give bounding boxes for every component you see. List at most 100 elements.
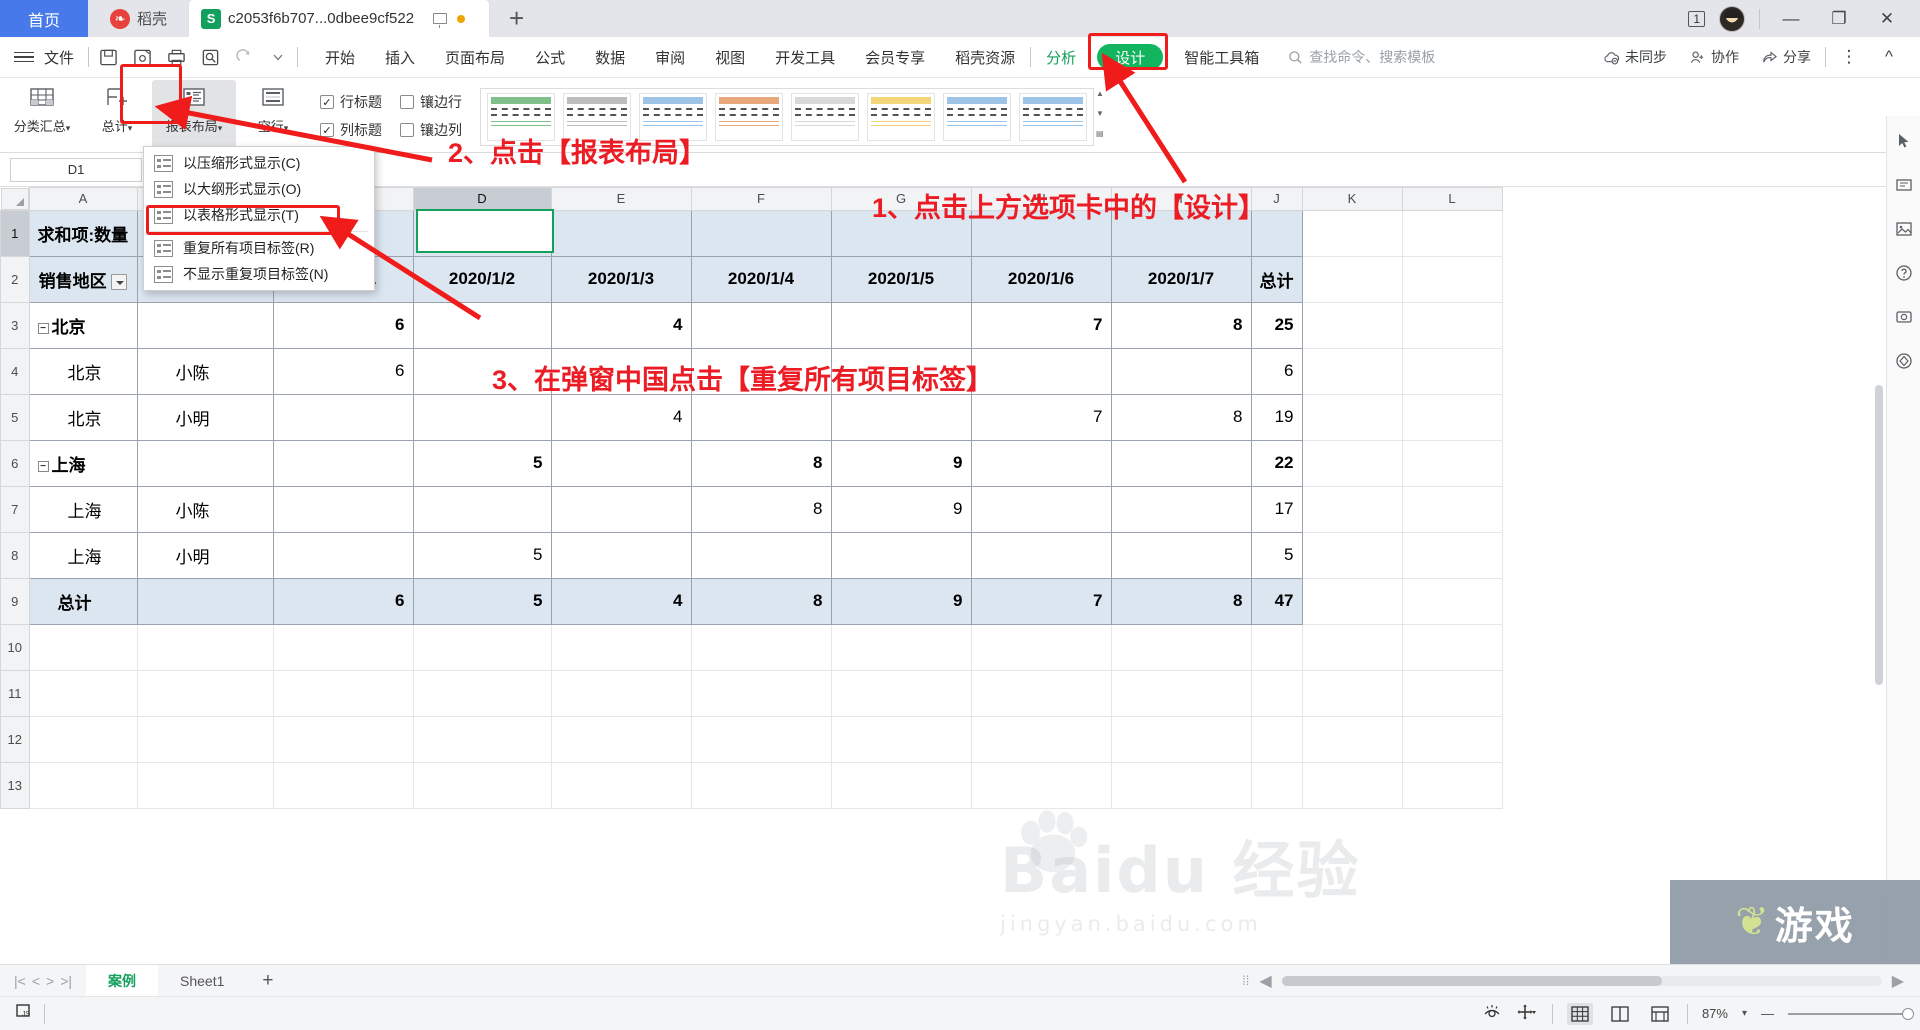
cell-i6[interactable] [1110,439,1252,487]
row-header-2[interactable]: 2 [0,255,30,303]
cell-i2[interactable]: 2020/1/7 [1110,255,1252,303]
cell-a1[interactable]: 求和项:数量 [28,209,138,257]
tab-page-layout[interactable]: 页面布局 [430,37,520,78]
cell-l9[interactable] [1401,577,1503,625]
cell-f7[interactable]: 8 [690,485,832,533]
pivot-style-option[interactable] [715,93,783,141]
cell-l13[interactable] [1401,761,1503,809]
sheet-tab-anli[interactable]: 案例 [86,964,158,997]
cell-i11[interactable] [1110,669,1252,717]
file-menu[interactable]: 文件 [44,47,84,68]
cell-c3[interactable]: 6 [272,301,414,349]
cell-f10[interactable] [690,623,832,671]
cell-g8[interactable] [830,531,972,579]
cell-c12[interactable] [272,715,414,763]
row-header-4[interactable]: 4 [0,347,30,395]
selected-cell-d1[interactable] [416,209,554,253]
settings-diamond-icon[interactable] [1893,350,1915,372]
cell-b8[interactable]: 小明 [136,531,274,579]
expand-collapse-icon[interactable]: − [37,322,49,334]
gallery-scroll-arrows[interactable]: ▲ ▼ ▤ [1096,90,1104,138]
cell-g13[interactable] [830,761,972,809]
cell-g12[interactable] [830,715,972,763]
menu-item-repeat-labels[interactable]: 重复所有项目标签(R) [144,235,374,261]
cell-a2[interactable]: 销售地区 [28,255,138,303]
help-icon[interactable] [1893,262,1915,284]
cell-k2[interactable] [1301,255,1403,303]
cell-l11[interactable] [1401,669,1503,717]
tab-member-exclusive[interactable]: 会员专享 [850,37,940,78]
normal-view-icon[interactable] [1566,1002,1593,1025]
hscrollbar-thumb[interactable] [1281,975,1662,986]
tab-review[interactable]: 审阅 [640,37,700,78]
tab-dev-tools[interactable]: 开发工具 [760,37,850,78]
tab-start[interactable]: 开始 [310,37,370,78]
cell-a12[interactable] [28,715,138,763]
cell-i8[interactable] [1110,531,1252,579]
pivot-style-option[interactable] [943,93,1011,141]
cell-j5[interactable]: 19 [1250,393,1303,441]
cell-f8[interactable] [690,531,832,579]
cell-c4[interactable]: 6 [272,347,414,395]
cell-e1[interactable] [550,209,692,257]
js-macro-icon[interactable]: JS [14,1001,34,1026]
cell-g9[interactable]: 9 [830,577,972,625]
cell-l5[interactable] [1401,393,1503,441]
cell-i12[interactable] [1110,715,1252,763]
cell-h8[interactable] [970,531,1112,579]
cell-j7[interactable]: 17 [1250,485,1303,533]
cell-d9[interactable]: 5 [412,577,552,625]
cell-l2[interactable] [1401,255,1503,303]
cell-e2[interactable]: 2020/1/3 [550,255,692,303]
cell-i9[interactable]: 8 [1110,577,1252,625]
column-header-a[interactable]: A [28,187,138,211]
cell-i10[interactable] [1110,623,1252,671]
cell-e3[interactable]: 4 [550,301,692,349]
cell-l10[interactable] [1401,623,1503,671]
tab-document[interactable]: S c2053f6b707...0dbee9cf522 [189,0,490,37]
row-header-12[interactable]: 12 [0,715,30,763]
menu-item-outline-form[interactable]: 以大纲形式显示(O) [144,176,374,202]
cell-h7[interactable] [970,485,1112,533]
cell-k5[interactable] [1301,393,1403,441]
cell-k13[interactable] [1301,761,1403,809]
row-header-13[interactable]: 13 [0,761,30,809]
close-button[interactable]: ✕ [1870,9,1904,29]
more-options-button[interactable]: ⋮ [1832,47,1866,67]
page-break-view-icon[interactable] [1607,1003,1633,1025]
cell-a8[interactable]: 上海 [28,531,138,579]
cell-j11[interactable] [1250,669,1303,717]
cell-f13[interactable] [690,761,832,809]
cell-g10[interactable] [830,623,972,671]
hscroll-right-icon[interactable]: ▶ [1892,971,1904,991]
cell-h9[interactable]: 7 [970,577,1112,625]
cell-e11[interactable] [550,669,692,717]
cell-a5[interactable]: 北京 [28,393,138,441]
restore-button[interactable]: ❐ [1822,9,1856,29]
split-handle-icon[interactable]: ⁞⁞ [1242,973,1249,988]
cell-b6[interactable] [136,439,274,487]
sync-status[interactable]: 未同步 [1595,47,1675,67]
row-header-11[interactable]: 11 [0,669,30,717]
cell-k3[interactable] [1301,301,1403,349]
preview-eye-icon[interactable] [1482,1003,1502,1024]
cell-e12[interactable] [550,715,692,763]
tab-view[interactable]: 视图 [700,37,760,78]
cell-l6[interactable] [1401,439,1503,487]
cell-e10[interactable] [550,623,692,671]
cell-j13[interactable] [1250,761,1303,809]
cell-f2[interactable]: 2020/1/4 [690,255,832,303]
tab-daoke-resources[interactable]: 稻壳资源 [940,37,1030,78]
cell-d5[interactable] [412,393,552,441]
cell-h6[interactable] [970,439,1112,487]
name-box[interactable]: D1 [10,157,142,182]
cell-a6[interactable]: − 上海 [28,439,138,487]
blank-row-button[interactable]: 空行▾ [240,80,306,150]
tab-daoke[interactable]: ❧ 稻壳 [88,0,190,37]
row-header-5[interactable]: 5 [0,393,30,441]
sheet-nav-next[interactable]: > [46,973,54,989]
tab-insert[interactable]: 插入 [370,37,430,78]
cell-j3[interactable]: 25 [1250,301,1303,349]
pivot-style-option[interactable] [867,93,935,141]
minimize-button[interactable]: — [1774,9,1808,29]
